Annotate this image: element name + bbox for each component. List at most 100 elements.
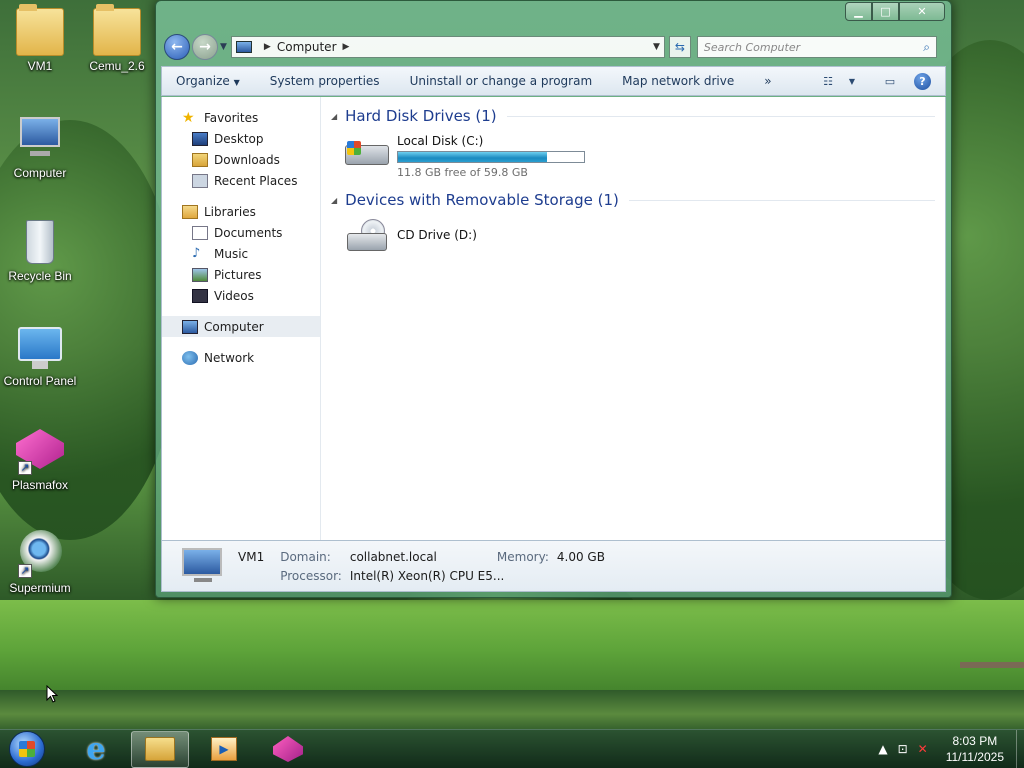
drive-cd-d[interactable]: CD Drive (D:) (343, 215, 935, 255)
show-desktop-button[interactable] (1016, 730, 1024, 768)
nav-recent-places[interactable]: Recent Places (162, 170, 320, 191)
taskbar-internet-explorer[interactable]: e (67, 731, 125, 768)
clock-date: 11/11/2025 (945, 750, 1004, 764)
drive-name: Local Disk (C:) (397, 134, 484, 148)
computer-icon (235, 41, 252, 53)
pictures-icon (192, 267, 208, 282)
nav-label: Documents (214, 225, 283, 240)
nav-label: Computer (204, 319, 264, 334)
computer-icon (16, 115, 64, 163)
nav-network[interactable]: Network (162, 347, 320, 368)
group-title: Hard Disk Drives (1) (345, 107, 497, 125)
recent-pages-dropdown[interactable]: ▼ (220, 42, 227, 52)
group-header-removable[interactable]: ◢ Devices with Removable Storage (1) (331, 191, 935, 209)
refresh-button[interactable]: ⇆ (668, 36, 691, 58)
nav-label: Favorites (204, 110, 259, 125)
mouse-cursor-icon (46, 684, 59, 706)
windows-logo-icon (19, 741, 35, 757)
user-folder-icon (16, 4, 64, 56)
organize-button[interactable]: Organize ▼ (176, 74, 240, 88)
desktop-icon-label: Cemu_2.6 (89, 59, 145, 73)
desktop-icon-computer[interactable]: Computer (0, 115, 80, 180)
back-button[interactable]: ← (164, 34, 190, 60)
desktop-icon-control-panel[interactable]: Control Panel (0, 323, 80, 388)
nav-pictures[interactable]: Pictures (162, 264, 320, 285)
taskbar-windows-explorer[interactable] (131, 730, 189, 768)
nav-videos[interactable]: Videos (162, 285, 320, 306)
libraries-icon (182, 204, 198, 219)
nav-label: Recent Places (214, 173, 298, 188)
drive-free-space: 11.8 GB free of 59.8 GB (397, 166, 528, 179)
search-icon[interactable]: ⌕ (923, 40, 930, 55)
plasmafox-icon (273, 736, 303, 762)
clock-time: 8:03 PM (952, 734, 998, 748)
preview-pane-icon[interactable]: ▭ (880, 73, 900, 89)
collapse-triangle-icon[interactable]: ◢ (331, 196, 337, 205)
taskbar-media-player[interactable]: ▶ (195, 731, 253, 768)
recycle-bin-icon (16, 218, 64, 266)
volume-muted-icon[interactable]: ✕ (918, 742, 928, 756)
nav-label: Network (204, 350, 255, 365)
collapse-triangle-icon[interactable]: ◢ (331, 112, 337, 121)
desktop-icon-label: Plasmafox (11, 478, 69, 492)
forward-button[interactable]: → (192, 34, 218, 60)
control-panel-icon (16, 323, 64, 371)
navigation-pane: ★ Favorites Desktop Downloads Recent Plac… (162, 97, 321, 540)
desktop-icon-recycle-bin[interactable]: Recycle Bin (0, 218, 80, 283)
nav-label: Libraries (204, 204, 256, 219)
address-bar[interactable]: ▶ Computer ▶ ▼ (230, 36, 665, 58)
breadcrumb-arrow-icon[interactable]: ▶ (264, 42, 271, 52)
content-pane: ◢ Hard Disk Drives (1) Local Disk (C:) 1… (321, 97, 945, 540)
group-header-hard-disks[interactable]: ◢ Hard Disk Drives (1) (331, 107, 935, 125)
view-options-icon[interactable]: ☷ (818, 73, 838, 89)
hard-disk-icon (343, 131, 391, 171)
close-button[interactable]: ✕ (899, 2, 945, 21)
breadcrumb-arrow-icon[interactable]: ▶ (343, 42, 350, 52)
network-status-icon[interactable]: ⊡ (898, 742, 908, 756)
desktop-icon (192, 131, 208, 146)
map-network-drive-button[interactable]: Map network drive (622, 74, 734, 88)
recent-places-icon (192, 173, 208, 188)
desktop-icon-supermium[interactable]: ↗ Supermium (0, 530, 80, 595)
taskbar-plasmafox[interactable] (259, 731, 317, 768)
drive-local-disk-c[interactable]: Local Disk (C:) 11.8 GB free of 59.8 GB (343, 131, 935, 179)
downloads-folder-icon (192, 152, 208, 167)
nav-computer[interactable]: Computer (162, 316, 320, 337)
explorer-window: ▁ □ ✕ ← → ▼ ▶ Computer ▶ ▼ ⇆ Search Comp… (155, 0, 952, 598)
address-dropdown-icon[interactable]: ▼ (653, 42, 660, 52)
nav-downloads[interactable]: Downloads (162, 149, 320, 170)
computer-icon (180, 546, 224, 586)
view-dropdown-icon[interactable]: ▼ (842, 73, 862, 89)
search-input[interactable]: Search Computer ⌕ (696, 36, 937, 58)
maximize-button[interactable]: □ (872, 2, 899, 21)
shortcut-arrow-icon: ↗ (18, 564, 32, 578)
uninstall-program-button[interactable]: Uninstall or change a program (410, 74, 593, 88)
desktop-icon-label: VM1 (27, 59, 53, 73)
nav-documents[interactable]: Documents (162, 222, 320, 243)
desktop-icon-plasmafox[interactable]: ↗ Plasmafox (0, 427, 80, 492)
desktop-icon-label: Recycle Bin (8, 269, 72, 283)
breadcrumb-computer[interactable]: Computer (277, 40, 337, 54)
show-hidden-icons-button[interactable]: ▲ (878, 742, 887, 756)
start-button[interactable] (9, 731, 45, 767)
clock[interactable]: 8:03 PM 11/11/2025 (946, 733, 1004, 765)
nav-favorites[interactable]: ★ Favorites (162, 107, 320, 128)
more-commands-button[interactable]: » (764, 74, 771, 88)
processor-label: Processor: (280, 568, 342, 583)
plasmafox-icon: ↗ (16, 427, 64, 475)
nav-desktop[interactable]: Desktop (162, 128, 320, 149)
system-properties-button[interactable]: System properties (270, 74, 380, 88)
drive-usage-fill (398, 152, 548, 162)
desktop-icon-label: Computer (13, 166, 67, 180)
nav-label: Desktop (214, 131, 264, 146)
nav-music[interactable]: ♪ Music (162, 243, 320, 264)
minimize-button[interactable]: ▁ (845, 2, 872, 21)
desktop-icon-label: Control Panel (3, 374, 77, 388)
explorer-body: ★ Favorites Desktop Downloads Recent Plac… (161, 97, 946, 540)
help-icon[interactable]: ? (914, 72, 931, 90)
desktop-icon-cemu[interactable]: Cemu_2.6 (77, 4, 157, 73)
nav-libraries[interactable]: Libraries (162, 201, 320, 222)
desktop-icon-vm1[interactable]: VM1 (0, 4, 80, 73)
supermium-icon: ↗ (16, 530, 64, 578)
nav-label: Downloads (214, 152, 280, 167)
